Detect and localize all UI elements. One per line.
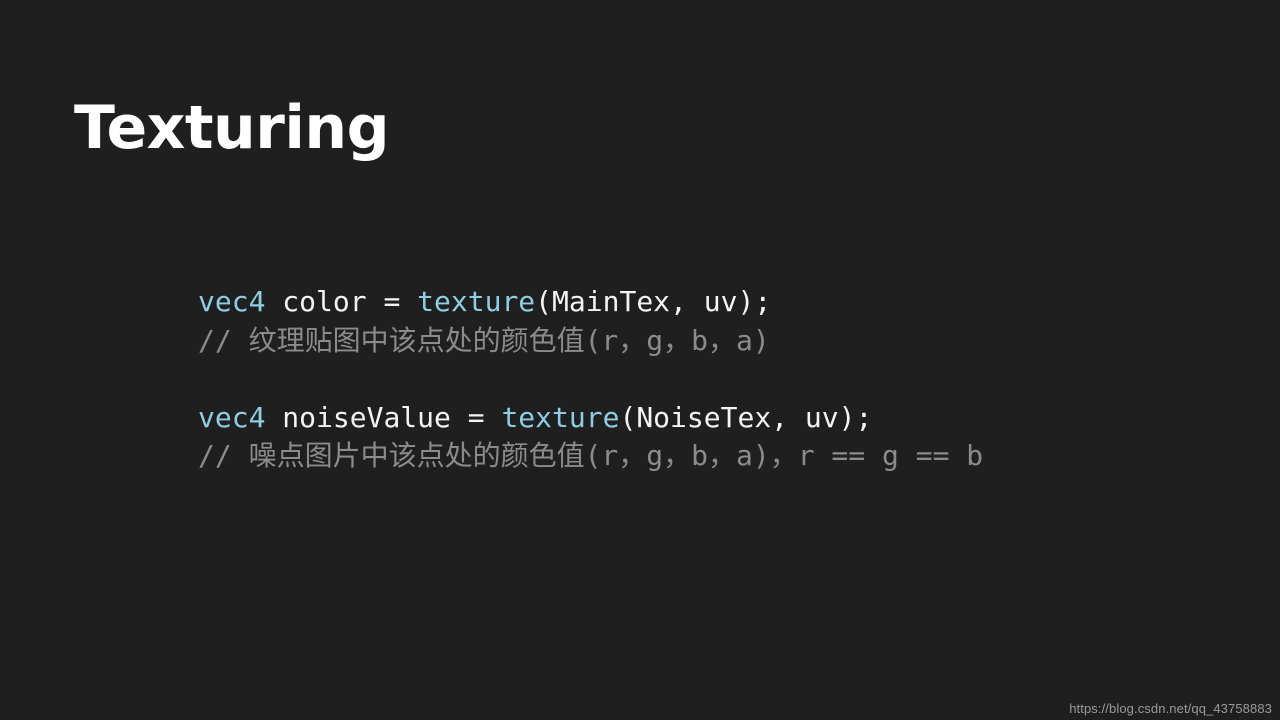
- slide-canvas: Texturing vec4 color = texture(MainTex, …: [0, 0, 1280, 720]
- watermark-url: https://blog.csdn.net/qq_43758883: [1069, 701, 1272, 716]
- code-token-plain: (NoiseTex, uv);: [619, 400, 873, 434]
- code-token-comment: // 噪点图片中该点处的颜色值(r，g，b，a)，r == g == b: [198, 439, 984, 472]
- code-line: vec4 noiseValue = texture(NoiseTex, uv);: [198, 399, 983, 438]
- code-block: vec4 color = texture(MainTex, uv);// 纹理贴…: [198, 283, 983, 476]
- code-token-plain: color =: [265, 285, 418, 318]
- code-token-comment: // 纹理贴图中该点处的颜色值(r，g，b，a): [198, 323, 770, 357]
- code-token-type: vec4: [198, 285, 266, 318]
- code-line: vec4 color = texture(MainTex, uv);: [198, 283, 983, 322]
- code-token-plain: noiseValue =: [265, 400, 502, 434]
- code-token-fn: texture: [417, 285, 536, 318]
- code-line: // 纹理贴图中该点处的颜色值(r，g，b，a): [198, 322, 983, 361]
- page-title: Texturing: [74, 93, 390, 164]
- code-token-type: vec4: [198, 400, 266, 434]
- code-line: // 噪点图片中该点处的颜色值(r，g，b，a)，r == g == b: [198, 437, 983, 476]
- code-token-plain: (MainTex, uv);: [535, 285, 772, 318]
- code-token-fn: texture: [501, 400, 620, 434]
